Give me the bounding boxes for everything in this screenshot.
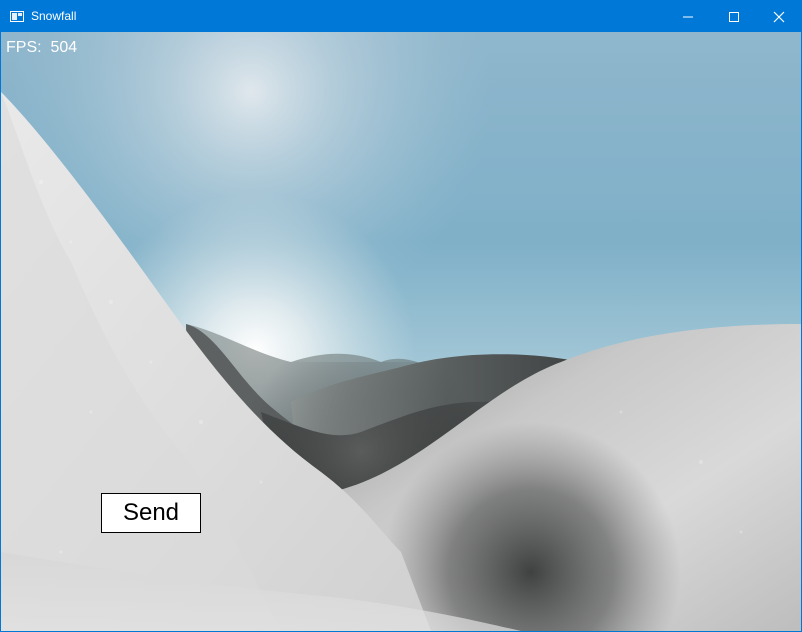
minimize-button[interactable] bbox=[665, 1, 711, 32]
minimize-icon bbox=[683, 16, 693, 18]
fps-value: 504 bbox=[50, 39, 78, 56]
snow-scene bbox=[1, 32, 801, 631]
app-icon[interactable] bbox=[10, 11, 24, 22]
title-bar[interactable]: Snowfall bbox=[1, 1, 801, 32]
maximize-icon bbox=[729, 12, 739, 22]
game-viewport[interactable]: FPS: 504 Send bbox=[1, 32, 801, 631]
app-window: Snowfall FPS: 504 Send bbox=[0, 0, 802, 632]
fps-label: FPS: bbox=[6, 39, 47, 56]
maximize-button[interactable] bbox=[711, 1, 757, 32]
close-button[interactable] bbox=[756, 1, 802, 32]
window-title: Snowfall bbox=[31, 9, 77, 23]
send-button[interactable]: Send bbox=[101, 493, 201, 533]
fps-counter: FPS: 504 bbox=[6, 39, 77, 57]
close-icon bbox=[773, 11, 785, 23]
